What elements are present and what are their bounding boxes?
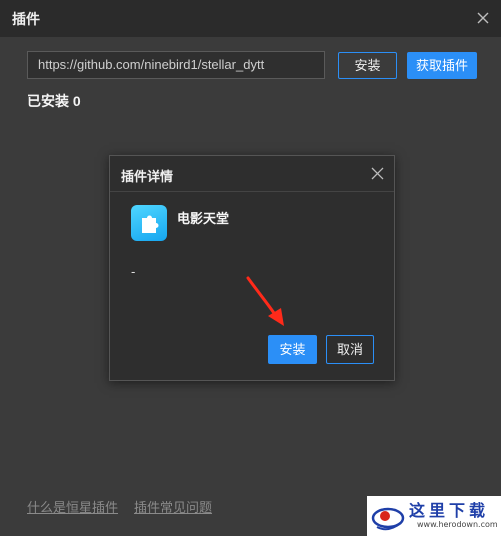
watermark: 这里下载 www.herodown.com	[367, 496, 501, 536]
title-bar: 插件	[0, 0, 501, 37]
dialog-install-button[interactable]: 安装	[268, 335, 317, 364]
plugin-faq-link[interactable]: 插件常见问题	[134, 497, 212, 516]
watermark-logo-icon	[371, 507, 405, 531]
dialog-header: 插件详情	[110, 156, 394, 192]
installed-count: 已安装 0	[27, 93, 81, 109]
install-button[interactable]: 安装	[338, 52, 397, 79]
watermark-url: www.herodown.com	[417, 520, 498, 529]
what-is-plugin-link[interactable]: 什么是恒星插件	[27, 497, 118, 516]
dialog-title: 插件详情	[121, 169, 174, 184]
puzzle-icon	[131, 205, 167, 241]
dialog-cancel-button[interactable]: 取消	[326, 335, 374, 364]
get-plugin-button[interactable]: 获取插件	[407, 52, 477, 79]
dialog-close-icon[interactable]	[371, 167, 384, 180]
window-title: 插件	[12, 11, 40, 27]
close-icon[interactable]	[475, 10, 491, 26]
red-arrow-icon	[246, 276, 284, 326]
plugin-name: 电影天堂	[177, 211, 230, 226]
plugin-description: -	[131, 264, 136, 279]
plugin-details-dialog: 插件详情 电影天堂 - 安装 取消	[109, 155, 395, 381]
plugin-url-input[interactable]: https://github.com/ninebird1/stellar_dyt…	[27, 51, 325, 79]
plugin-window: 插件 https://github.com/ninebird1/stellar_…	[0, 0, 501, 536]
watermark-text: 这里下载	[409, 501, 490, 520]
